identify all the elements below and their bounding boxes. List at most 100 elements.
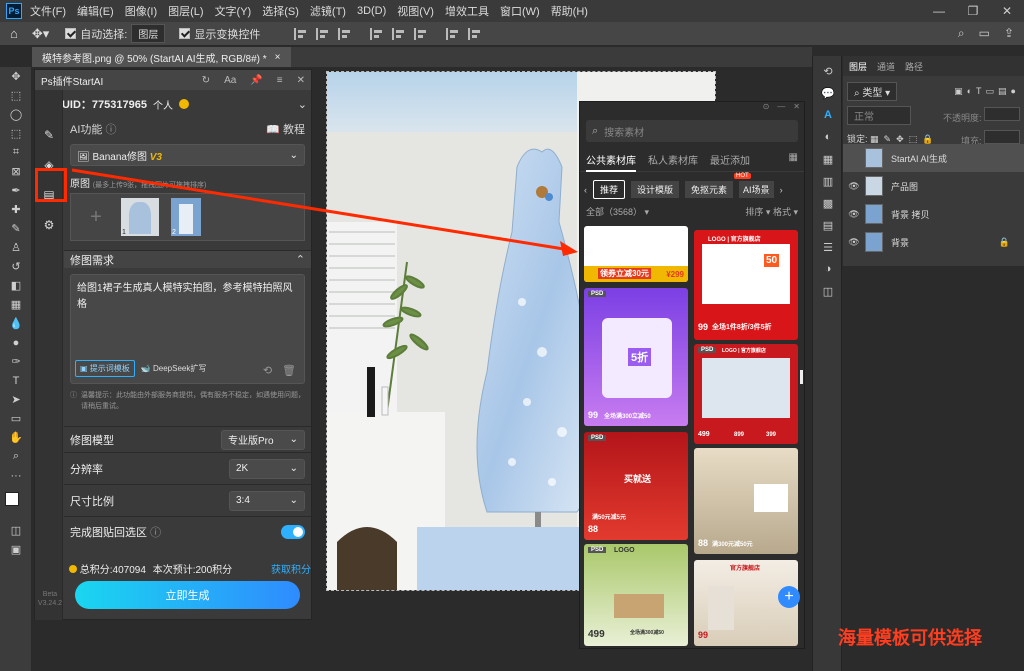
marquee-tool-icon[interactable]: ⬚: [0, 86, 32, 105]
settings-icon[interactable]: ⚙: [35, 210, 63, 240]
object-select-icon[interactable]: ⬚: [0, 124, 32, 143]
menu-layer[interactable]: 图层(L): [168, 3, 203, 19]
pin-icon[interactable]: ⊙: [763, 102, 770, 114]
ratio-dropdown[interactable]: 3:4 ⌄: [229, 490, 305, 511]
info-icon[interactable]: ⓘ: [150, 527, 161, 539]
edit-icon[interactable]: ✎: [35, 120, 63, 150]
patterns-icon[interactable]: ▩: [813, 192, 843, 214]
maximize-button[interactable]: ❐: [956, 0, 990, 22]
deepseek-button[interactable]: 🐋 DeepSeek扩写: [141, 363, 207, 374]
align-right-icon[interactable]: [338, 27, 351, 40]
paste-back-toggle[interactable]: [281, 524, 305, 539]
panel-scrollbar[interactable]: [800, 370, 803, 384]
menu-plugins[interactable]: 增效工具: [445, 3, 489, 19]
comments-icon[interactable]: 💬: [813, 82, 843, 104]
asset-thumb[interactable]: 满300元减50元 88: [694, 448, 798, 554]
history-brush-icon[interactable]: ↺: [0, 257, 32, 276]
move-tool-icon[interactable]: ✥: [0, 67, 32, 86]
tab-private-library[interactable]: 私人素材库: [648, 152, 698, 171]
menu-window[interactable]: 窗口(W): [500, 3, 540, 19]
home-icon[interactable]: ⌂: [10, 26, 18, 41]
original-thumb-2[interactable]: 2: [171, 198, 201, 236]
swatches-icon[interactable]: ▦: [813, 148, 843, 170]
layer-row[interactable]: 👁 背景 🔒: [843, 228, 1024, 256]
function-dropdown[interactable]: 🖼 Banana修图 V3 ⌄: [70, 144, 305, 166]
crop-tool-icon[interactable]: ⌗: [0, 143, 32, 162]
layer-row[interactable]: 👁 产品图: [843, 172, 1024, 200]
brush-tool-icon[interactable]: ✎: [0, 219, 32, 238]
fill-input[interactable]: [984, 130, 1020, 144]
color-panel-icon[interactable]: ◐: [813, 126, 843, 148]
tutorial-link[interactable]: 教程: [283, 124, 305, 136]
hand-tool-icon[interactable]: ✋: [0, 428, 32, 447]
asset-thumb[interactable]: PSD LOGO | 官方旗舰店 499 899 399: [694, 344, 798, 444]
refresh-icon[interactable]: ↻: [202, 75, 210, 86]
align-middle-icon[interactable]: [392, 27, 405, 40]
auto-select-checkbox[interactable]: [65, 28, 77, 39]
chevron-up-icon[interactable]: ⌃: [296, 253, 305, 266]
tab-paths[interactable]: 路径: [905, 60, 923, 73]
chip-design-template[interactable]: 设计模版: [631, 181, 680, 198]
quick-mask-icon[interactable]: ◫: [0, 521, 32, 540]
filter-icons[interactable]: ▣◐T▭▤●: [954, 86, 1020, 97]
eye-icon[interactable]: 👁: [843, 181, 865, 192]
blend-mode-dropdown[interactable]: 正常: [847, 106, 911, 125]
menu-file[interactable]: 文件(F): [30, 3, 66, 19]
align-bottom-icon[interactable]: [414, 27, 427, 40]
chips-left-icon[interactable]: ‹: [584, 185, 587, 195]
model-dropdown[interactable]: 专业版Pro ⌄: [221, 429, 305, 450]
sort-dropdown[interactable]: 排序: [745, 207, 763, 217]
prompt-textarea[interactable]: 给图1裙子生成真人模特实拍图，参考模特拍照风格 ▣ 提示词模板 🐋 DeepSe…: [70, 274, 305, 384]
menu-help[interactable]: 帮助(H): [551, 3, 588, 19]
menu-image[interactable]: 图像(I): [125, 3, 157, 19]
tab-recent[interactable]: 最近添加: [710, 152, 750, 171]
tab-public-library[interactable]: 公共素材库: [586, 152, 636, 172]
get-points-link[interactable]: 获取积分: [271, 561, 311, 576]
align-left-icon[interactable]: [294, 27, 307, 40]
eyedropper-icon[interactable]: ✒: [0, 181, 32, 200]
auto-select-dropdown[interactable]: 图层: [131, 24, 166, 43]
grid-view-icon[interactable]: ▦: [789, 152, 798, 163]
shape-tool-icon[interactable]: ▭: [0, 409, 32, 428]
lock-icons[interactable]: ▦✎✥⬚🔒: [870, 134, 938, 144]
gradient-icon[interactable]: ▦: [0, 295, 32, 314]
prompt-template-button[interactable]: ▣ 提示词模板: [75, 360, 135, 377]
lasso-tool-icon[interactable]: ◯: [0, 105, 32, 124]
align-top-icon[interactable]: [370, 27, 383, 40]
search-icon[interactable]: ⌕: [958, 26, 965, 41]
layer-row[interactable]: 👁 背景 拷贝: [843, 200, 1024, 228]
align-center-icon[interactable]: [316, 27, 329, 40]
clone-stamp-icon[interactable]: ♙: [0, 238, 32, 257]
eye-icon[interactable]: 👁: [843, 237, 865, 248]
font-size-button[interactable]: Aa: [224, 75, 236, 86]
show-transform-checkbox[interactable]: [179, 28, 191, 39]
info-icon[interactable]: ⓘ: [105, 124, 116, 136]
resolution-dropdown[interactable]: 2K ⌄: [229, 458, 305, 479]
move-tool-icon[interactable]: ✥▾: [32, 26, 49, 42]
more-tools-icon[interactable]: ···: [0, 466, 32, 485]
layer-kind-filter[interactable]: ⌕ 类型 ▾: [847, 82, 898, 101]
opacity-input[interactable]: [984, 107, 1020, 121]
share-icon[interactable]: ⇪: [1004, 26, 1014, 41]
dodge-tool-icon[interactable]: ●: [0, 333, 32, 352]
menu-view[interactable]: 视图(V): [397, 3, 434, 19]
screen-mode-icon[interactable]: ▣: [0, 540, 32, 559]
asset-thumb[interactable]: PSD 买就送 满50元减5元 88: [584, 432, 688, 540]
tab-channels[interactable]: 通道: [877, 60, 895, 73]
styles-icon[interactable]: ◫: [813, 280, 843, 302]
adjustments-icon[interactable]: ◑: [813, 258, 843, 280]
zoom-tool-icon[interactable]: ⌕: [0, 447, 32, 466]
original-thumb-1[interactable]: 1: [121, 198, 159, 236]
format-dropdown[interactable]: 格式: [773, 207, 791, 217]
workspace-icon[interactable]: ▭: [979, 26, 990, 41]
menu-filter[interactable]: 滤镜(T): [310, 3, 346, 19]
pen-tool-icon[interactable]: ✑: [0, 352, 32, 371]
menu-select[interactable]: 选择(S): [262, 3, 299, 19]
tab-layers[interactable]: 图层: [849, 60, 867, 73]
asset-search-input[interactable]: ⌕ 搜索素材: [586, 120, 798, 142]
chip-recommended[interactable]: 推荐: [593, 180, 626, 199]
history-panel-icon[interactable]: ⟲: [813, 60, 843, 82]
add-image-button[interactable]: +: [77, 198, 115, 236]
eye-icon[interactable]: 👁: [843, 209, 865, 220]
close-window-button[interactable]: ✕: [990, 0, 1024, 22]
